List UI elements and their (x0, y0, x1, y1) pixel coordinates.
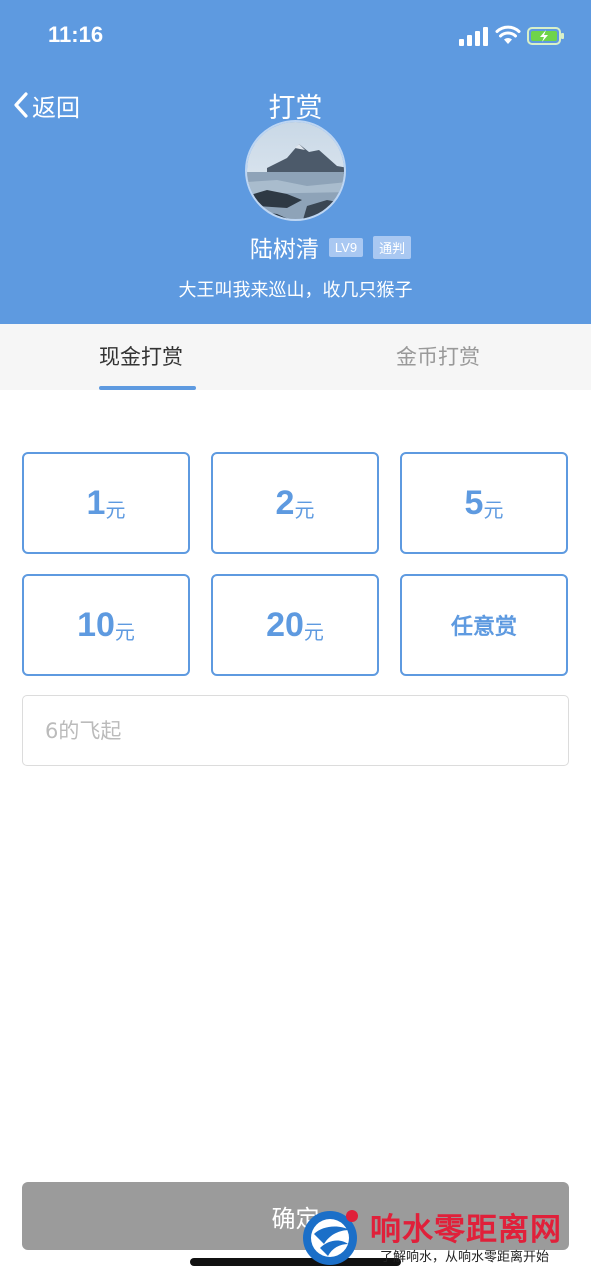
status-time: 11:16 (48, 22, 104, 47)
amount-button-any[interactable]: 任意赏 (400, 574, 568, 676)
watermark-title: 响水零距离网 (370, 1212, 562, 1248)
amount-button-1[interactable]: 1元 (22, 452, 190, 554)
amount-value: 10 (77, 605, 115, 644)
role-badge: 通判 (373, 235, 412, 259)
tab-active-indicator (99, 386, 196, 390)
amount-value: 1 (86, 483, 106, 522)
wifi-icon (495, 25, 521, 44)
amount-options: 1元 2元 5元 10 元 20 元 任意赏 (22, 452, 569, 676)
amount-unit: 元 (114, 619, 135, 644)
battery-charging-icon (527, 27, 564, 45)
watermark: 响水零距离网 了解响水，从响水零距离开始 (300, 1204, 591, 1280)
amount-button-10[interactable]: 10 元 (22, 574, 190, 676)
amount-unit: 元 (483, 497, 504, 522)
any-amount-label: 任意赏 (450, 615, 517, 640)
avatar[interactable] (245, 120, 346, 221)
amount-value: 2 (275, 483, 295, 522)
user-info-row: 陆树清 LV9 通判 (0, 230, 591, 264)
user-signature: 大王叫我来巡山，收几只猴子 (178, 280, 413, 301)
signal-icon (459, 27, 488, 46)
username: 陆树清 (249, 237, 319, 263)
header: 11:16 返回 打赏 陆树清 LV9 通判 大王叫我来巡山，收几只猴子 (0, 0, 591, 324)
amount-unit: 元 (105, 497, 126, 522)
status-icons (459, 24, 569, 50)
watermark-logo-icon (303, 1210, 358, 1265)
amount-unit: 元 (303, 619, 324, 644)
amount-button-5[interactable]: 5元 (400, 452, 568, 554)
custom-message-input[interactable] (22, 695, 569, 766)
avatar-image (247, 122, 344, 219)
level-badge: LV9 (328, 237, 364, 257)
amount-button-2[interactable]: 2元 (211, 452, 379, 554)
tab-coin-tip-label: 金币打赏 (396, 345, 480, 369)
amount-value: 5 (464, 483, 484, 522)
tab-cash-tip-label: 现金打赏 (99, 345, 183, 369)
amount-button-20[interactable]: 20 元 (211, 574, 379, 676)
tab-cash-tip[interactable]: 现金打赏 (0, 324, 295, 390)
tab-bar: 现金打赏 金币打赏 (0, 324, 591, 390)
amount-unit: 元 (294, 497, 315, 522)
tab-coin-tip[interactable]: 金币打赏 (295, 324, 590, 390)
watermark-subtitle: 了解响水，从响水零距离开始 (380, 1250, 550, 1265)
amount-value: 20 (266, 605, 304, 644)
